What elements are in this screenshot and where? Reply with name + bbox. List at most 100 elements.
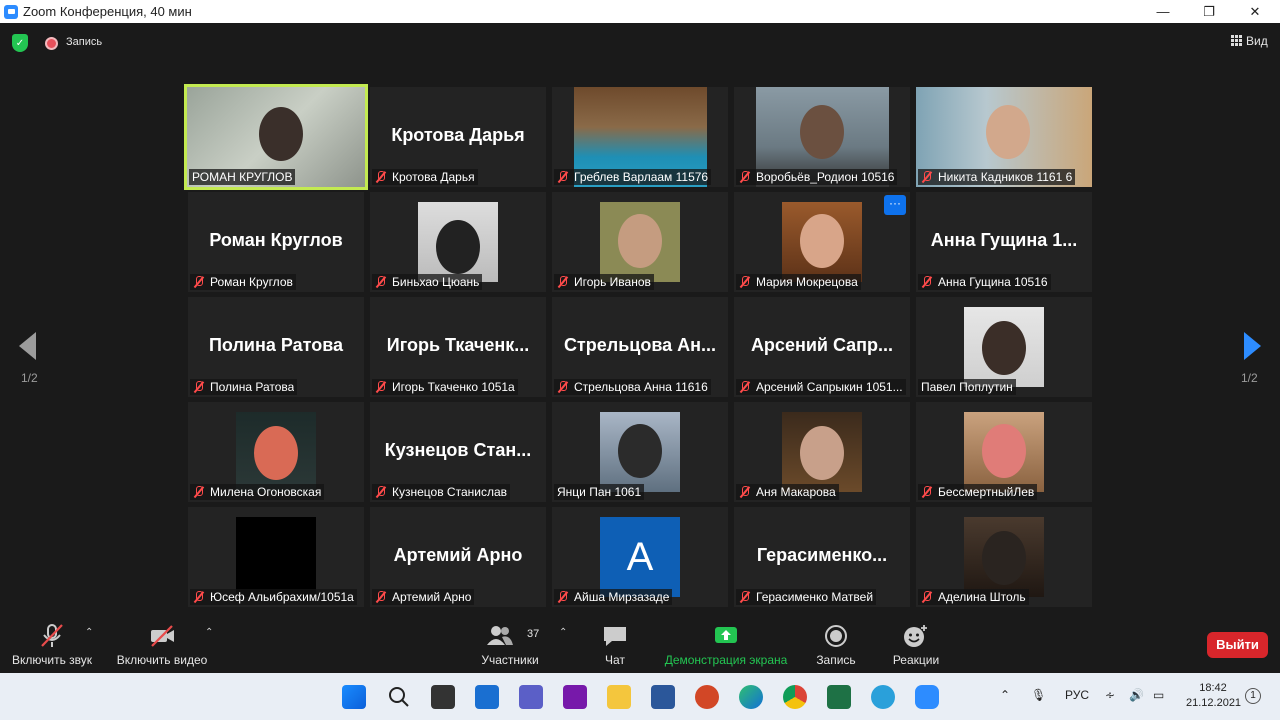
excel-icon[interactable] — [827, 685, 851, 709]
participant-tile[interactable]: Роман Круглов Роман Круглов — [188, 192, 364, 292]
participant-tile[interactable]: Герасименко... Герасименко Матвей — [734, 507, 910, 607]
previous-page-icon[interactable] — [19, 332, 36, 360]
next-page-icon[interactable] — [1244, 332, 1261, 360]
participant-tile[interactable]: Никита Кадников 1161 6 — [916, 87, 1092, 187]
participant-tile[interactable]: Милена Огоновская — [188, 402, 364, 502]
window-title: Zoom Конференция, 40 мин — [23, 4, 192, 19]
system-clock[interactable]: 18:42 21.12.2021 — [1186, 681, 1241, 711]
mic-muted-icon — [739, 381, 751, 393]
video-feed-person — [800, 214, 844, 268]
page-indicator-right: 1/2 — [1241, 371, 1258, 385]
tray-overflow-chevron-icon[interactable]: ⌃ — [1000, 688, 1010, 702]
chat-icon — [604, 627, 626, 646]
chrome-icon[interactable] — [783, 685, 807, 709]
participant-tile[interactable]: Аня Макарова — [734, 402, 910, 502]
participant-tile[interactable]: Аделина Штоль — [916, 507, 1092, 607]
video-options-chevron-icon[interactable]: ⌃ — [205, 627, 213, 638]
participant-tile[interactable]: Биньхао Цюань — [370, 192, 546, 292]
zoom-taskbar-icon[interactable] — [915, 685, 939, 709]
participant-display-name: Артемий Арно — [393, 545, 523, 565]
powerpoint-icon[interactable] — [695, 685, 719, 709]
leave-meeting-button[interactable]: Выйти — [1207, 632, 1268, 658]
mic-muted-icon — [193, 486, 205, 498]
participant-name-label: Кротова Дарья — [372, 169, 478, 185]
volume-icon[interactable]: 🔊 — [1129, 688, 1144, 702]
share-screen-button[interactable]: Демонстрация экрана — [660, 617, 792, 673]
mic-muted-icon — [557, 381, 569, 393]
unmute-button[interactable]: Включить звук — [4, 617, 100, 673]
more-options-button[interactable]: ··· — [884, 195, 906, 215]
participant-display-name: Анна Гущина 1... — [930, 230, 1078, 250]
participant-tile[interactable]: Игорь Иванов — [552, 192, 728, 292]
video-feed-person — [800, 426, 844, 480]
task-view-icon[interactable] — [431, 685, 455, 709]
participant-name-label: Мария Мокрецова — [736, 274, 861, 290]
participant-tile[interactable]: Кузнецов Стан... Кузнецов Станислав — [370, 402, 546, 502]
window-titlebar: Zoom Конференция, 40 мин — ❐ ✕ — [0, 0, 1280, 23]
participant-name-label: Артемий Арно — [372, 589, 475, 605]
edge-icon[interactable] — [739, 685, 763, 709]
minimize-button[interactable]: — — [1140, 0, 1186, 23]
participant-tile[interactable]: Полина Ратова Полина Ратова — [188, 297, 364, 397]
security-shield-icon[interactable]: ✓ — [12, 34, 28, 52]
participant-tile[interactable]: Стрельцова Ан... Стрельцова Анна 11616 — [552, 297, 728, 397]
start-menu-icon[interactable] — [342, 685, 366, 709]
recording-icon — [45, 37, 58, 50]
audio-options-chevron-icon[interactable]: ⌃ — [85, 627, 93, 638]
widgets-icon[interactable] — [475, 685, 499, 709]
participant-tile[interactable]: Греблев Варлаам 11576 — [552, 87, 728, 187]
notification-badge[interactable]: 1 — [1245, 688, 1261, 704]
file-explorer-icon[interactable] — [607, 685, 631, 709]
video-feed-person — [259, 107, 303, 161]
participants-options-chevron-icon[interactable]: ⌃ — [559, 627, 567, 638]
video-feed-person — [800, 105, 844, 159]
participant-tile[interactable]: A Айша Мирзазаде — [552, 507, 728, 607]
participant-tile[interactable]: ··· Мария Мокрецова — [734, 192, 910, 292]
participant-tile[interactable]: Анна Гущина 1... Анна Гущина 10516 — [916, 192, 1092, 292]
participant-display-name: Роман Круглов — [209, 230, 343, 250]
mic-muted-icon — [739, 486, 751, 498]
participant-name-label: Арсений Сапрыкин 1051... — [736, 379, 906, 395]
participant-tile[interactable]: РОМАН КРУГЛОВ — [184, 84, 368, 190]
onenote-icon[interactable] — [563, 685, 587, 709]
mic-muted-icon — [375, 591, 387, 603]
view-grid-icon[interactable] — [1231, 35, 1242, 46]
view-button[interactable]: Вид — [1246, 34, 1268, 48]
participant-tile[interactable]: Юсеф Альибрахим/1051а — [188, 507, 364, 607]
participant-name-label: Аделина Штоль — [918, 589, 1029, 605]
mic-muted-icon — [375, 276, 387, 288]
participants-icon — [487, 626, 513, 645]
input-language-indicator[interactable]: РУС — [1065, 688, 1089, 702]
battery-icon[interactable]: ▭ — [1153, 688, 1164, 702]
close-button[interactable]: ✕ — [1232, 0, 1278, 23]
maximize-button[interactable]: ❐ — [1186, 0, 1232, 23]
wifi-icon[interactable]: ∻ — [1105, 688, 1115, 702]
participant-tile[interactable]: Павел Поплутин — [916, 297, 1092, 397]
participant-tile[interactable]: Игорь Ткаченк... Игорь Ткаченко 1051а — [370, 297, 546, 397]
mic-muted-icon — [921, 486, 933, 498]
start-video-button[interactable]: Включить видео — [112, 617, 212, 673]
video-feed-person — [982, 321, 1026, 375]
mic-muted-icon — [193, 381, 205, 393]
participant-display-name: Игорь Ткаченк... — [386, 335, 530, 355]
participant-name-label: Воробьёв_Родион 10516 — [736, 169, 898, 185]
reactions-button[interactable]: Реакции — [884, 617, 948, 673]
word-icon[interactable] — [651, 685, 675, 709]
reactions-label: Реакции — [892, 653, 940, 667]
tray-mic-icon[interactable]: 🎙 — [1031, 688, 1046, 702]
participant-tile[interactable]: БессмертныйЛев — [916, 402, 1092, 502]
participant-tile[interactable]: Воробьёв_Родион 10516 — [734, 87, 910, 187]
record-button[interactable]: Запись — [808, 617, 864, 673]
telegram-icon[interactable] — [871, 685, 895, 709]
chat-button[interactable]: Чат — [590, 617, 640, 673]
participant-tile[interactable]: Артемий Арно Артемий Арно — [370, 507, 546, 607]
mic-muted-icon — [41, 624, 63, 647]
teams-chat-icon[interactable] — [519, 685, 543, 709]
mic-muted-icon — [375, 486, 387, 498]
participant-name-label: Роман Круглов — [190, 274, 296, 290]
search-icon[interactable] — [387, 685, 411, 709]
participants-button[interactable]: Участники — [478, 617, 542, 673]
participant-tile[interactable]: Арсений Сапр... Арсений Сапрыкин 1051... — [734, 297, 910, 397]
participant-tile[interactable]: Кротова Дарья Кротова Дарья — [370, 87, 546, 187]
participant-tile[interactable]: Янци Пан 1061 — [552, 402, 728, 502]
